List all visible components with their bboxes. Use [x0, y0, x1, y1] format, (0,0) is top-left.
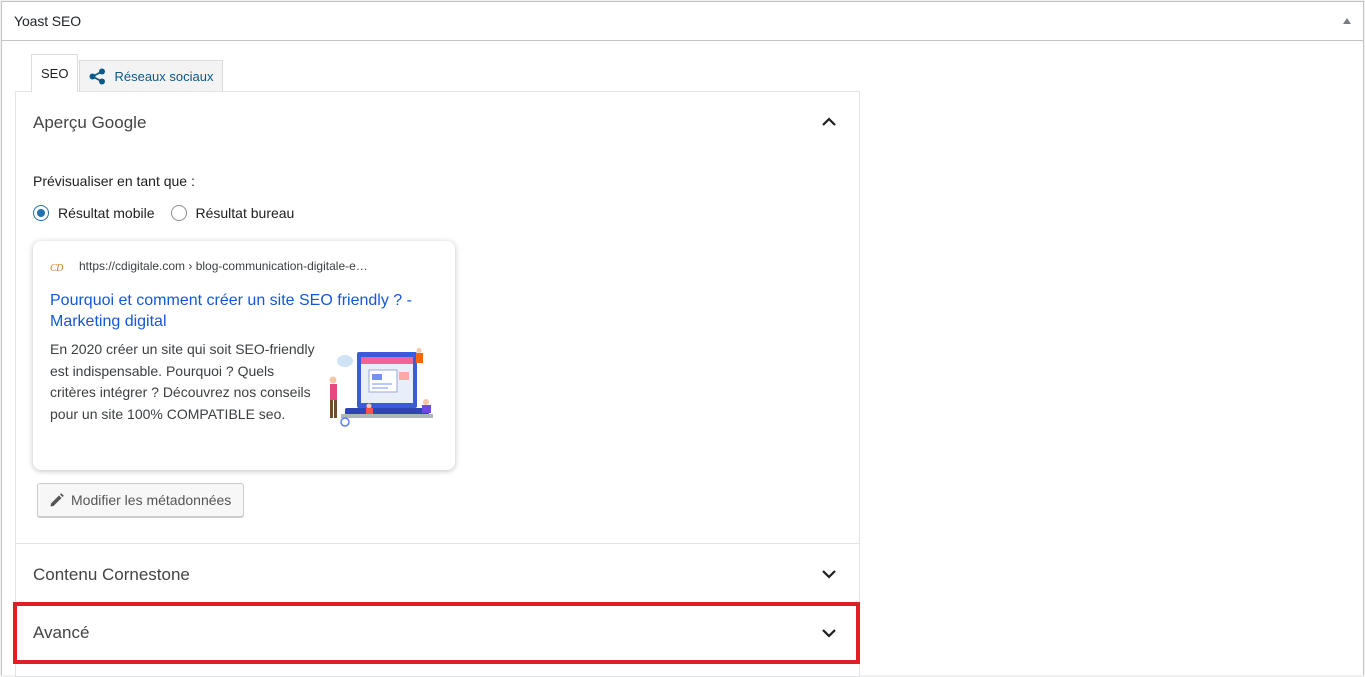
metabox-title: Yoast SEO	[14, 13, 82, 29]
serp-url: https://cdigitale.com › blog-communicati…	[79, 259, 368, 273]
tab-social[interactable]: Réseaux sociaux	[79, 60, 224, 92]
chevron-down-icon	[822, 570, 836, 579]
seo-panel: Aperçu Google Prévisualiser en tant que …	[13, 91, 860, 677]
radio-desktop[interactable]	[170, 205, 187, 221]
edit-metadata-button[interactable]: Modifier les métadonnées	[37, 483, 244, 517]
serp-preview-card: CD https://cdigitale.com › blog-communic…	[33, 241, 455, 470]
radio-mobile[interactable]	[33, 205, 49, 221]
tab-seo-label: SEO	[41, 66, 69, 81]
radio-desktop-label[interactable]: Résultat bureau	[196, 205, 295, 221]
tab-social-label: Réseaux sociaux	[114, 69, 214, 84]
chevron-up-icon	[822, 117, 836, 126]
preview-as-label: Prévisualiser en tant que :	[33, 173, 195, 189]
serp-thumbnail-illustration	[329, 348, 433, 427]
yoast-seo-metabox: Yoast SEO SEO Réseaux sociaux Aperçu Goo…	[1, 1, 1364, 677]
radio-mobile-label[interactable]: Résultat mobile	[58, 205, 155, 221]
collapse-arrow-icon[interactable]	[1343, 18, 1351, 24]
metabox-tabs: SEO Réseaux sociaux	[31, 54, 224, 92]
site-favicon-icon: CD	[50, 263, 63, 274]
tab-seo[interactable]: SEO	[31, 54, 79, 92]
preview-mode-radios: Résultat mobile Résultat bureau	[33, 203, 310, 223]
advanced-highlight-box	[13, 602, 860, 664]
serp-description: En 2020 créer un site qui soit SEO-frien…	[50, 341, 315, 422]
google-preview-toggle[interactable]: Aperçu Google	[16, 92, 859, 152]
edit-metadata-label: Modifier les métadonnées	[71, 492, 232, 508]
pencil-icon	[49, 492, 64, 508]
cornerstone-title: Contenu Cornestone	[33, 565, 190, 584]
google-preview-title: Aperçu Google	[33, 113, 147, 132]
serp-title[interactable]: Pourquoi et comment créer un site SEO fr…	[50, 290, 440, 332]
share-icon	[89, 68, 106, 85]
metabox-header[interactable]: Yoast SEO	[2, 2, 1363, 41]
cornerstone-toggle[interactable]: Contenu Cornestone	[16, 544, 859, 604]
